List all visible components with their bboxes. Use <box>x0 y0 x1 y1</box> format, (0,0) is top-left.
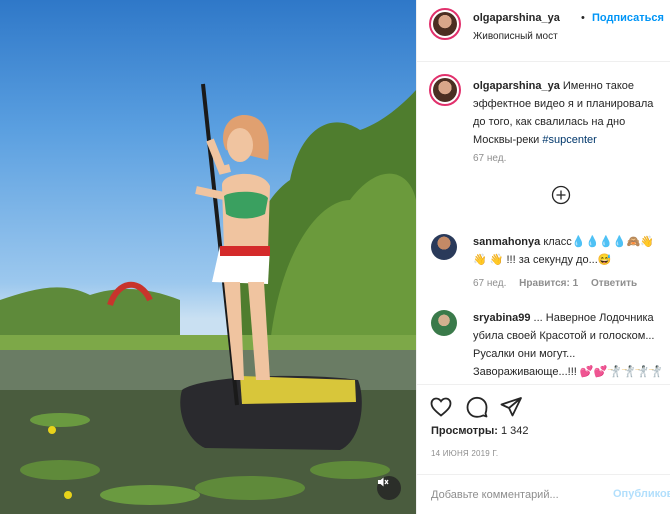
comment-meta: 67 нед. Нравится: 1 Ответить <box>473 278 647 289</box>
author-username[interactable]: olgaparshina_ya <box>473 12 560 24</box>
reply-button[interactable]: Ответить <box>591 278 637 289</box>
heart-icon[interactable] <box>429 395 453 419</box>
caption-avatar[interactable] <box>429 74 461 106</box>
publish-button[interactable]: Опубликовать <box>613 488 670 500</box>
post-actions: Просмотры: 1 342 14 ИЮНЯ 2019 Г. <box>417 384 670 474</box>
views-count[interactable]: Просмотры: 1 342 <box>431 425 529 437</box>
views-label: Просмотры: <box>431 425 498 437</box>
post-details-panel: olgaparshina_ya • Подписаться Живописный… <box>416 0 670 514</box>
header-separator-dot: • <box>581 12 585 24</box>
comment-time[interactable]: 67 нед. <box>473 278 506 289</box>
author-avatar[interactable] <box>429 8 461 40</box>
caption-time[interactable]: 67 нед. <box>473 153 506 164</box>
commenter-avatar[interactable] <box>431 310 457 336</box>
add-comment-bar: Опубликовать <box>417 474 670 514</box>
location-link[interactable]: Живописный мост <box>473 31 558 42</box>
views-number: 1 342 <box>500 425 529 437</box>
mute-button[interactable] <box>377 476 401 500</box>
comment-text: sanmahonya класс💧💧💧💧🙈👋👋 👋 !!! за секунду… <box>473 233 663 269</box>
comment-text: sryabina99 ... Наверное Лодочника убила … <box>473 309 663 381</box>
video-frame-illustration <box>0 83 416 514</box>
comment-bubble-icon[interactable] <box>465 395 489 419</box>
post-date[interactable]: 14 ИЮНЯ 2019 Г. <box>431 449 498 458</box>
caption-hashtag[interactable]: #supcenter <box>542 134 596 146</box>
paper-plane-icon[interactable] <box>499 395 523 419</box>
speaker-muted-icon <box>378 477 389 487</box>
caption-text: olgaparshina_ya Именно такое эффектное в… <box>473 77 663 149</box>
comment-username[interactable]: sryabina99 <box>473 312 530 324</box>
comment-likes[interactable]: Нравится: 1 <box>519 278 578 289</box>
post-video[interactable] <box>0 0 416 514</box>
plus-circle-icon[interactable] <box>551 185 571 205</box>
post-header: olgaparshina_ya • Подписаться Живописный… <box>417 0 670 62</box>
comment-username[interactable]: sanmahonya <box>473 236 540 248</box>
comment-input[interactable] <box>431 485 611 505</box>
commenter-avatar[interactable] <box>431 234 457 260</box>
caption-username[interactable]: olgaparshina_ya <box>473 80 560 92</box>
follow-button[interactable]: Подписаться <box>592 12 664 24</box>
